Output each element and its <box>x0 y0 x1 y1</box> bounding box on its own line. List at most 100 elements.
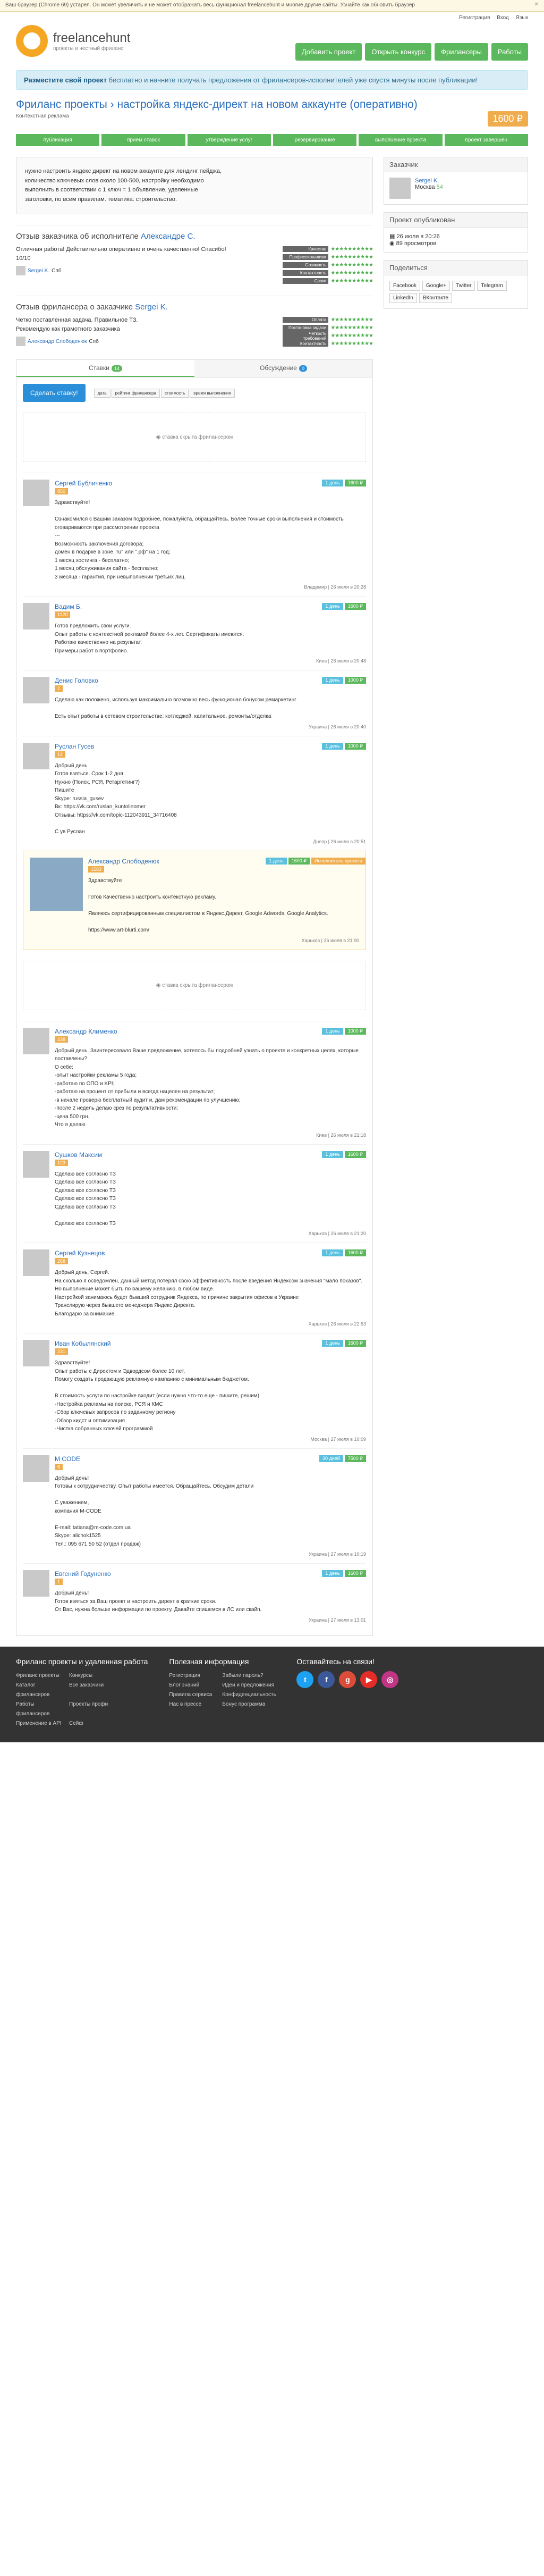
facebook-icon[interactable]: f <box>318 1671 335 1688</box>
bidder-name-link[interactable]: Александр Клименко <box>55 1028 366 1035</box>
logo[interactable]: freelancehunt проекты и честный фриланс <box>16 25 130 57</box>
freelancer-review: Отзыв фрилансера о заказчике Sergei K. Ч… <box>16 296 373 348</box>
footer: Фриланс проекты и удаленная работа Фрила… <box>0 1646 544 1742</box>
sort-price[interactable]: стоимость <box>161 388 189 398</box>
bid-price: 1600 ₽ <box>344 603 366 610</box>
footer-link[interactable]: Проекты профи <box>69 1700 122 1719</box>
avatar[interactable] <box>23 742 49 769</box>
sort-date[interactable]: дата <box>94 388 110 398</box>
rating-badge: 1583 <box>88 866 105 873</box>
avatar[interactable] <box>23 480 49 507</box>
bidder-name-link[interactable]: Денис Головко <box>55 677 366 684</box>
freelancers-button[interactable]: Фрилансеры <box>435 43 488 61</box>
footer-link[interactable]: Конкурсы <box>69 1671 122 1681</box>
avatar[interactable] <box>30 858 83 911</box>
reviewed-freelancer-link[interactable]: Александре С. <box>141 232 196 241</box>
bid-item: Александр Клименко 238 Добрый день. Заин… <box>23 1020 366 1144</box>
logo-name: freelancehunt <box>53 30 131 45</box>
footer-link[interactable]: Фриланс проекты <box>16 1671 69 1681</box>
instagram-icon[interactable]: ◎ <box>381 1671 399 1688</box>
avatar[interactable] <box>23 603 49 630</box>
promo-notice: Разместите свой проект бесплатно и начни… <box>16 70 528 90</box>
share-google[interactable]: Google+ <box>422 281 450 291</box>
twitter-icon[interactable]: t <box>296 1671 314 1688</box>
star-rating: ★★★★★★★★★★ <box>330 270 373 276</box>
make-bid-button[interactable]: Сделать ставку! <box>23 384 86 402</box>
avatar[interactable] <box>23 1151 49 1178</box>
bid-price: 1600 ₽ <box>344 1249 366 1257</box>
share-linkedin[interactable]: LinkedIn <box>389 293 417 303</box>
avatar[interactable] <box>23 1455 49 1482</box>
rating-badge: 1120 <box>55 611 71 618</box>
register-link[interactable]: Регистрация <box>459 15 490 21</box>
footer-link[interactable]: Бонус программа <box>222 1700 275 1709</box>
footer-link[interactable]: Блог знаний <box>169 1681 222 1690</box>
language-link[interactable]: Язык <box>516 15 528 21</box>
bid-footer: Харьков | 26 июля в 21:20 <box>308 1231 366 1237</box>
footer-link[interactable]: Идеи и предложения <box>222 1681 275 1690</box>
works-button[interactable]: Работы <box>491 43 528 61</box>
add-project-button[interactable]: Добавить проект <box>295 43 362 61</box>
footer-link[interactable]: Каталог фрилансеров <box>16 1681 69 1700</box>
bidder-name-link[interactable]: Иван Кобылянский <box>55 1340 366 1347</box>
tab-bids[interactable]: Ставки 14 <box>16 360 194 377</box>
share-vk[interactable]: ВКонтакте <box>419 293 452 303</box>
bidder-name-link[interactable]: Сергей Бубличенко <box>55 480 366 487</box>
share-twitter[interactable]: Twitter <box>452 281 475 291</box>
bid-footer: Харьков | 26 июля в 22:53 <box>308 1321 366 1327</box>
footer-link[interactable]: Правила сервиса <box>169 1690 222 1700</box>
breadcrumb-projects[interactable]: Фриланс проекты <box>16 98 107 111</box>
logo-icon <box>16 25 48 57</box>
rating-badge: 123 <box>55 1159 69 1166</box>
open-contest-button[interactable]: Открыть конкурс <box>365 43 432 61</box>
avatar <box>16 337 26 347</box>
sort-time[interactable]: время выполнения <box>190 388 235 398</box>
share-facebook[interactable]: Facebook <box>389 281 420 291</box>
bidder-name-link[interactable]: Сергей Кузнецов <box>55 1249 366 1257</box>
review-author-link[interactable]: Александр Слободенюк <box>28 339 87 345</box>
sort-rating[interactable]: рейтинг фрилансера <box>111 388 160 398</box>
footer-link[interactable]: Конфиденциальность <box>222 1690 276 1700</box>
footer-link[interactable]: Сейф <box>69 1719 122 1728</box>
bid-text: Здравствуйте! Ознакомился с Вашим заказо… <box>55 500 344 580</box>
bid-days: 1 день <box>322 677 343 684</box>
bid-item: M CODE 6 Добрый день! Готовы к сотруднич… <box>23 1448 366 1564</box>
bid-item: Сергей Бубличенко 850 Здравствуйте! Озна… <box>23 473 366 596</box>
bid-days: 1 день <box>322 1151 343 1158</box>
bidder-name-link[interactable]: Руслан Гусев <box>55 743 366 750</box>
reviewed-client-link[interactable]: Sergei K. <box>135 303 168 312</box>
avatar[interactable] <box>23 1027 49 1054</box>
login-link[interactable]: Вход <box>497 15 509 21</box>
bid-text: Добрый день, Сергей. На сколько я осведо… <box>55 1270 363 1317</box>
bid-text: Сделаю все согласно ТЗ Сделаю все соглас… <box>55 1171 116 1227</box>
bid-days: 1 день <box>322 742 343 750</box>
avatar[interactable] <box>23 1249 49 1277</box>
bid-text: Добрый день! Готов взяться за Ваш проект… <box>55 1590 262 1613</box>
tab-discussion[interactable]: Обсуждение 0 <box>194 360 372 377</box>
hidden-icon: ◉ <box>156 982 163 988</box>
avatar[interactable] <box>23 1340 49 1367</box>
avatar[interactable] <box>23 1570 49 1597</box>
close-icon[interactable]: ✕ <box>534 2 539 7</box>
logo-sub: проекты и честный фриланс <box>53 45 124 52</box>
bid-days: 1 день <box>266 858 287 865</box>
google-plus-icon[interactable]: g <box>339 1671 356 1688</box>
footer-link[interactable]: Регистрация <box>169 1671 222 1681</box>
bidder-name-link[interactable]: Сушков Максим <box>55 1151 366 1159</box>
share-telegram[interactable]: Telegram <box>477 281 507 291</box>
bidder-name-link[interactable]: Вадим Б. <box>55 603 366 610</box>
bidder-name-link[interactable]: Евгений Годуненко <box>55 1570 366 1578</box>
youtube-icon[interactable]: ▶ <box>360 1671 378 1688</box>
footer-link[interactable]: Работы фрилансеров <box>16 1700 69 1719</box>
category-link[interactable]: Контекстная реклама <box>16 113 418 119</box>
avatar[interactable] <box>389 178 411 199</box>
footer-link[interactable]: Нас в прессе <box>169 1700 222 1709</box>
avatar[interactable] <box>23 677 49 704</box>
promo-notice-link[interactable]: Разместите свой проект <box>24 76 107 84</box>
client-name-link[interactable]: Sergei K. <box>415 178 439 184</box>
footer-link[interactable]: Все заказчики <box>69 1681 122 1700</box>
review-author-link[interactable]: Sergei K. <box>28 268 49 274</box>
bid-price: 1000 ₽ <box>344 742 366 750</box>
footer-link[interactable]: Забыли пароль? <box>222 1671 275 1681</box>
footer-link[interactable]: Применение в API <box>16 1719 69 1728</box>
